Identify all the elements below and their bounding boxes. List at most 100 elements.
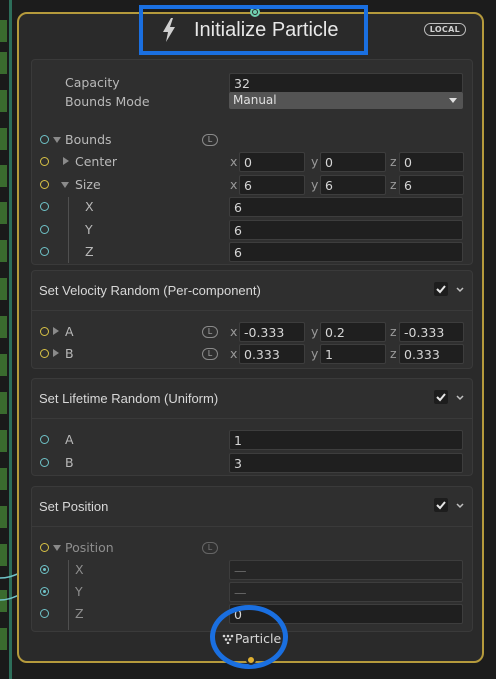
velocity-b-x-field[interactable]: 0.333 [239, 344, 305, 364]
block-header[interactable]: Set Velocity Random (Per-component) [32, 271, 472, 311]
y-axis-label: y [311, 346, 319, 361]
position-x-port-connected[interactable] [40, 565, 49, 574]
size-x-value-field[interactable]: 6 [229, 197, 463, 217]
expand-arrow-icon[interactable] [53, 349, 59, 357]
chevron-down-icon[interactable] [456, 394, 464, 402]
size-z-label: Z [85, 244, 94, 259]
lifetime-b-row: B 3 [32, 452, 472, 474]
lifetime-a-port[interactable] [40, 435, 49, 444]
chevron-down-icon [449, 98, 457, 103]
particle-dots-icon [222, 634, 234, 644]
position-port[interactable] [40, 543, 49, 552]
local-l-icon[interactable]: L [202, 134, 218, 146]
size-y-port[interactable] [40, 225, 49, 234]
size-x-row: X 6 [32, 196, 472, 218]
bounds-mode-label: Bounds Mode [65, 94, 150, 109]
node-title-bar[interactable]: Initialize Particle [139, 5, 368, 55]
size-x-field[interactable]: 6 [239, 175, 305, 195]
center-y-field[interactable]: 0 [320, 152, 386, 172]
size-x-label: X [85, 199, 94, 214]
position-y-field: — [229, 582, 463, 602]
z-axis-label: z [390, 154, 397, 169]
position-z-port[interactable] [40, 609, 49, 618]
position-x-label: X [75, 562, 84, 577]
bounds-row: Bounds L [32, 129, 472, 151]
center-row: Center x 0 y 0 z 0 [32, 151, 472, 173]
size-y-row: Y 6 [32, 219, 472, 241]
size-z-value-field[interactable]: 6 [229, 242, 463, 262]
velocity-a-z-field[interactable]: -0.333 [399, 322, 464, 342]
x-axis-label: x [230, 346, 238, 361]
set-velocity-block[interactable]: Set Velocity Random (Per-component) A L … [31, 270, 473, 369]
size-port[interactable] [40, 180, 49, 189]
size-y-label: Y [85, 222, 93, 237]
velocity-b-y-field[interactable]: 1 [320, 344, 386, 364]
velocity-a-y-field[interactable]: 0.2 [320, 322, 386, 342]
lifetime-b-field[interactable]: 3 [229, 453, 463, 473]
checkmark-icon [436, 393, 446, 402]
bounds-mode-value: Manual [233, 93, 277, 107]
size-z-row: Z 6 [32, 241, 472, 263]
size-y-value-field[interactable]: 6 [229, 220, 463, 240]
local-l-icon[interactable]: L [202, 542, 218, 554]
bounds-label: Bounds [65, 132, 112, 147]
x-axis-label: x [230, 324, 238, 339]
particle-output[interactable]: Particle [210, 605, 290, 669]
velocity-b-label: B [65, 346, 74, 361]
capacity-field[interactable]: 32 [229, 73, 463, 93]
size-z-port[interactable] [40, 247, 49, 256]
z-axis-label: z [390, 346, 397, 361]
position-y-port-connected[interactable] [40, 587, 49, 596]
block-header[interactable]: Set Position [32, 487, 472, 527]
velocity-b-z-field[interactable]: 0.333 [399, 344, 464, 364]
center-port[interactable] [40, 157, 49, 166]
collapse-arrow-icon[interactable] [61, 182, 69, 188]
collapse-arrow-icon[interactable] [53, 137, 61, 143]
bounds-port[interactable] [40, 135, 49, 144]
size-z-field[interactable]: 6 [399, 175, 464, 195]
x-axis-label: x [230, 154, 238, 169]
center-x-field[interactable]: 0 [239, 152, 305, 172]
position-z-label: Z [75, 606, 84, 621]
position-x-field: — [229, 560, 463, 580]
checkmark-icon [436, 285, 446, 294]
y-axis-label: y [311, 324, 319, 339]
initialize-particle-context[interactable]: Initialize Particle LOCAL Capacity 32 Bo… [17, 5, 484, 663]
particle-output-label: Particle [235, 631, 282, 646]
velocity-b-row: B L x 0.333 y 1 z 0.333 [32, 343, 472, 365]
bolt-icon [163, 18, 175, 42]
block-title: Set Lifetime Random (Uniform) [39, 391, 219, 406]
set-lifetime-block[interactable]: Set Lifetime Random (Uniform) A 1 B 3 [31, 378, 473, 476]
size-y-field[interactable]: 6 [320, 175, 386, 195]
bounds-mode-row: Bounds Mode Manual [32, 91, 472, 113]
block-enabled-checkbox[interactable] [434, 282, 448, 296]
velocity-a-port[interactable] [40, 327, 49, 336]
velocity-a-row: A L x -0.333 y 0.2 z -0.333 [32, 321, 472, 343]
size-row: Size x 6 y 6 z 6 [32, 174, 472, 196]
local-l-icon[interactable]: L [202, 326, 218, 338]
bounds-mode-dropdown[interactable]: Manual [229, 92, 463, 109]
block-title: Set Position [39, 499, 109, 514]
lifetime-b-label: B [65, 455, 74, 470]
checkmark-icon [436, 501, 446, 510]
velocity-a-x-field[interactable]: -0.333 [239, 322, 305, 342]
collapse-arrow-icon[interactable] [53, 545, 61, 551]
local-space-badge[interactable]: LOCAL [423, 23, 466, 36]
velocity-b-port[interactable] [40, 349, 49, 358]
lifetime-a-row: A 1 [32, 429, 472, 451]
center-z-field[interactable]: 0 [399, 152, 464, 172]
velocity-a-label: A [65, 324, 74, 339]
chevron-down-icon[interactable] [456, 502, 464, 510]
expand-arrow-icon[interactable] [63, 157, 69, 165]
lifetime-b-port[interactable] [40, 458, 49, 467]
local-l-icon[interactable]: L [202, 348, 218, 360]
block-header[interactable]: Set Lifetime Random (Uniform) [32, 379, 472, 419]
flow-output-port[interactable] [246, 655, 256, 665]
block-enabled-checkbox[interactable] [434, 498, 448, 512]
expand-arrow-icon[interactable] [53, 327, 59, 335]
block-enabled-checkbox[interactable] [434, 390, 448, 404]
lifetime-a-field[interactable]: 1 [229, 430, 463, 450]
y-axis-label: y [311, 177, 319, 192]
chevron-down-icon[interactable] [456, 286, 464, 294]
size-x-port[interactable] [40, 202, 49, 211]
